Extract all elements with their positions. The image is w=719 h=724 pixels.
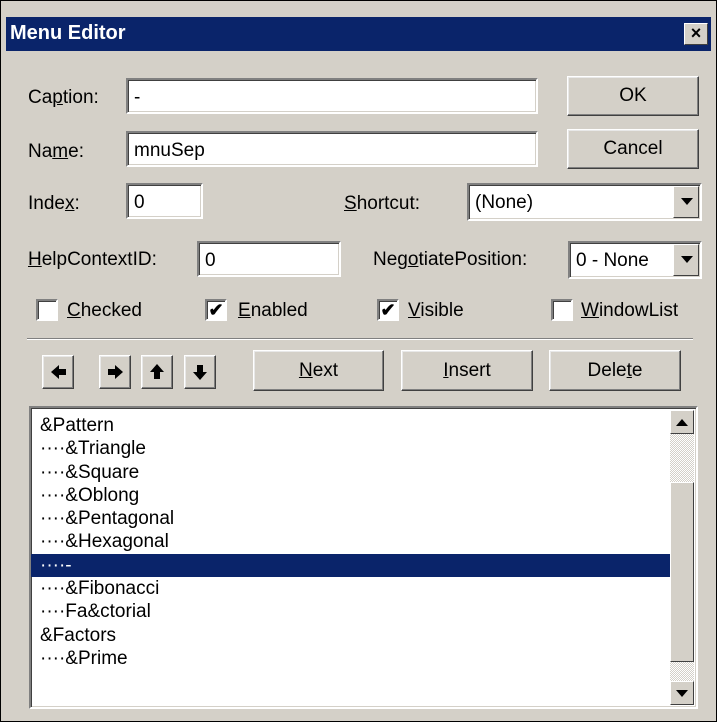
next-button[interactable]: Next: [253, 350, 384, 391]
index-input[interactable]: 0: [126, 183, 203, 219]
move-up-button[interactable]: [141, 355, 173, 389]
menu-items-list[interactable]: &Pattern ····&Triangle ····&Square ····&Obl…: [29, 406, 698, 709]
scroll-up-button[interactable]: [670, 410, 694, 434]
list-item[interactable]: &Factors: [31, 624, 670, 647]
caption-value: -: [134, 87, 141, 108]
left-arrow-icon: [51, 365, 66, 379]
close-button[interactable]: ×: [684, 23, 708, 45]
name-input[interactable]: mnuSep: [126, 131, 538, 167]
chevron-down-icon: [681, 256, 693, 263]
enabled-label[interactable]: Enabled: [238, 300, 308, 322]
list-item[interactable]: ····&Triangle: [31, 437, 670, 460]
checked-label[interactable]: Checked: [67, 300, 142, 322]
scroll-down-button[interactable]: [670, 681, 694, 705]
shortcut-dropdown-button[interactable]: [673, 186, 699, 218]
down-arrow-icon: [193, 365, 207, 380]
menu-items-rows: &Pattern ····&Triangle ····&Square ····&Obl…: [31, 414, 670, 670]
negotiateposition-value: 0 - None: [576, 250, 649, 271]
menu-editor-window: Menu Editor × Caption: - OK Name: mnuSep…: [0, 0, 717, 722]
helpcontextid-value: 0: [205, 250, 216, 271]
list-item[interactable]: ····&Prime: [31, 647, 670, 670]
list-item[interactable]: ····&Fibonacci: [31, 577, 670, 600]
list-item[interactable]: ····&Hexagonal: [31, 530, 670, 553]
list-item[interactable]: ····-: [31, 553, 670, 578]
cancel-button[interactable]: Cancel: [567, 129, 699, 169]
move-down-button[interactable]: [184, 355, 216, 389]
vertical-scrollbar[interactable]: [670, 410, 694, 705]
caption-input[interactable]: -: [126, 78, 538, 114]
checked-checkbox[interactable]: [36, 299, 58, 321]
move-left-button[interactable]: [42, 355, 74, 389]
shortcut-label: Shortcut:: [344, 193, 421, 214]
index-value: 0: [134, 192, 145, 213]
helpcontextid-label: HelpContextID:: [28, 249, 157, 270]
separator: [27, 338, 693, 340]
visible-checkbox[interactable]: ✔: [377, 299, 399, 321]
name-label: Name:: [28, 141, 84, 162]
window-title: Menu Editor: [10, 22, 126, 44]
windowlist-checkbox[interactable]: [551, 299, 573, 321]
shortcut-value: (None): [475, 192, 534, 213]
windowlist-label[interactable]: WindowList: [581, 300, 678, 322]
list-item[interactable]: &Pattern: [31, 414, 670, 437]
helpcontextid-input[interactable]: 0: [197, 241, 341, 277]
name-value: mnuSep: [134, 140, 205, 161]
ok-button[interactable]: OK: [567, 76, 699, 116]
enabled-checkbox[interactable]: ✔: [205, 299, 227, 321]
visible-label[interactable]: Visible: [408, 300, 464, 322]
list-item[interactable]: ····&Square: [31, 461, 670, 484]
chevron-down-icon: [681, 198, 693, 205]
shortcut-dropdown[interactable]: (None): [467, 183, 702, 221]
negotiateposition-dropdown[interactable]: 0 - None: [568, 241, 702, 279]
list-item[interactable]: ····Fa&ctorial: [31, 600, 670, 623]
delete-button[interactable]: Delete: [549, 350, 681, 391]
title-bar[interactable]: Menu Editor ×: [6, 17, 711, 51]
up-arrow-icon: [150, 364, 164, 379]
negotiateposition-dropdown-button[interactable]: [673, 244, 699, 276]
scroll-thumb[interactable]: [670, 482, 694, 662]
right-arrow-icon: [108, 365, 123, 379]
list-item[interactable]: ····&Oblong: [31, 484, 670, 507]
close-icon: ×: [690, 23, 702, 43]
caption-label: Caption:: [28, 87, 99, 108]
negotiateposition-label: NegotiatePosition:: [373, 249, 528, 270]
move-right-button[interactable]: [99, 355, 131, 389]
scroll-down-icon: [676, 690, 688, 697]
index-label: Index:: [28, 193, 80, 214]
list-item[interactable]: ····&Pentagonal: [31, 507, 670, 530]
scroll-up-icon: [676, 419, 688, 426]
insert-button[interactable]: Insert: [401, 350, 533, 391]
